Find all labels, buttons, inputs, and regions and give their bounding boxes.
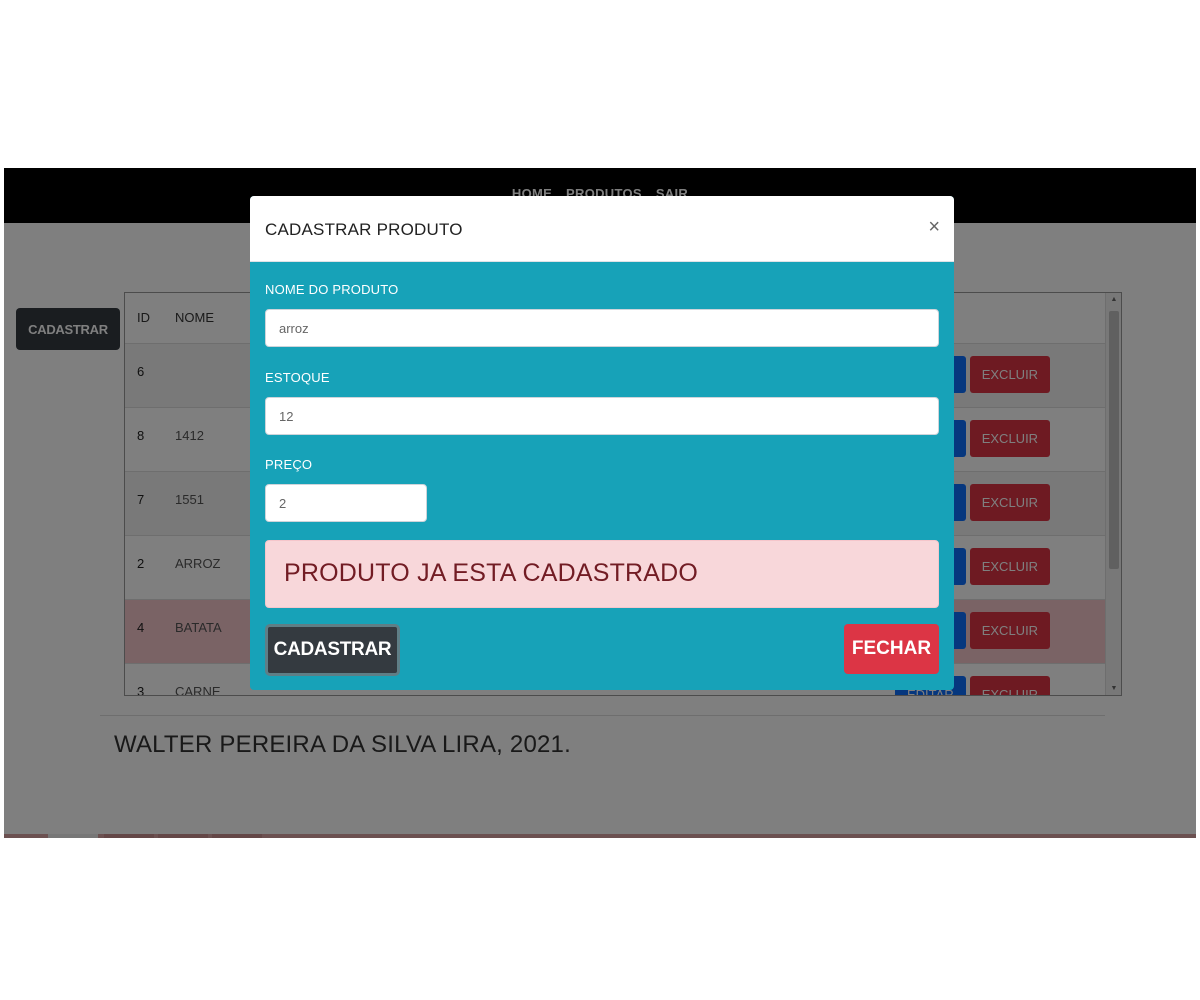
- modal-cadastrar-button[interactable]: CADASTRAR: [265, 624, 400, 676]
- preco-label: PREÇO: [265, 457, 313, 472]
- nome-produto-input[interactable]: [265, 309, 939, 347]
- modal-title: CADASTRAR PRODUTO: [265, 220, 463, 239]
- estoque-label: ESTOQUE: [265, 370, 330, 385]
- modal-header: CADASTRAR PRODUTO ×: [250, 196, 954, 262]
- error-alert: PRODUTO JA ESTA CADASTRADO: [265, 540, 939, 608]
- nome-produto-label: NOME DO PRODUTO: [265, 282, 399, 297]
- app-window: HOME PRODUTOS SAIR CADASTRAR ID NOME: [4, 168, 1196, 838]
- close-icon[interactable]: ×: [928, 216, 940, 239]
- fechar-button[interactable]: FECHAR: [844, 624, 939, 674]
- preco-input[interactable]: [265, 484, 427, 522]
- estoque-input[interactable]: [265, 397, 939, 435]
- alert-message: PRODUTO JA ESTA CADASTRADO: [284, 559, 699, 587]
- cadastrar-produto-modal: CADASTRAR PRODUTO × NOME DO PRODUTO ESTO…: [250, 196, 954, 690]
